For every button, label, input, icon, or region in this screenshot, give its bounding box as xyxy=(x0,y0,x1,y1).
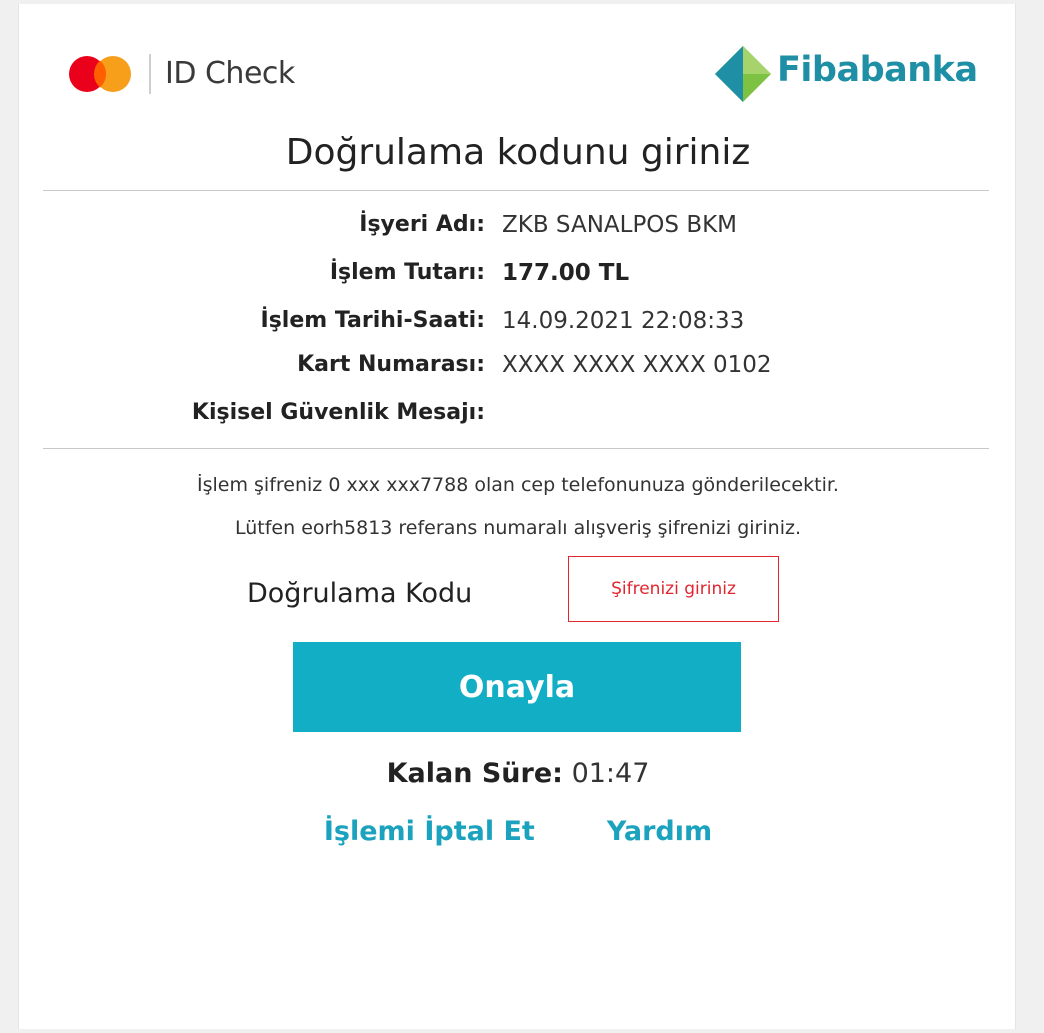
confirm-button[interactable]: Onayla xyxy=(293,642,741,732)
id-check-label: ID Check xyxy=(165,56,295,91)
remaining-time-label: Kalan Süre: xyxy=(386,758,563,789)
info-row-merchant: İşyeri Adı: ZKB SANALPOS BKM xyxy=(19,212,1017,248)
logo-divider xyxy=(149,54,151,94)
sms-info-note: İşlem şifreniz 0 xxx xxx7788 olan cep te… xyxy=(197,474,839,496)
divider-bottom xyxy=(43,448,989,449)
amount-label: İşlem Tutarı: xyxy=(329,260,485,285)
info-row-card-number: Kart Numarası: XXXX XXXX XXXX 0102 xyxy=(19,352,1017,388)
auth-card: ID Check Fibabanka Doğrulama kodunu giri… xyxy=(18,4,1016,1029)
card-number-value: XXXX XXXX XXXX 0102 xyxy=(502,352,772,378)
fibabanka-wordmark: Fibabanka xyxy=(777,50,978,90)
merchant-label: İşyeri Adı: xyxy=(359,212,485,237)
info-row-amount: İşlem Tutarı: 177.00 TL xyxy=(19,260,1017,296)
info-row-datetime: İşlem Tarihi-Saati: 14.09.2021 22:08:33 xyxy=(19,308,1017,344)
verification-code-label: Doğrulama Kodu xyxy=(247,578,473,609)
reference-info-note: Lütfen eorh5813 referans numaralı alışve… xyxy=(234,517,801,539)
remaining-time: Kalan Süre: 01:47 xyxy=(19,758,1017,789)
divider-top xyxy=(43,190,989,191)
info-row-security-message: Kişisel Güvenlik Mesajı: xyxy=(19,400,1017,436)
verification-code-input[interactable] xyxy=(568,556,779,622)
datetime-label: İşlem Tarihi-Saati: xyxy=(260,308,485,333)
page-title: Doğrulama kodunu giriniz xyxy=(285,132,751,173)
datetime-value: 14.09.2021 22:08:33 xyxy=(502,308,745,334)
cancel-transaction-link[interactable]: İşlemi İptal Et xyxy=(324,816,535,847)
remaining-time-value: 01:47 xyxy=(571,758,650,789)
card-number-label: Kart Numarası: xyxy=(297,352,485,377)
help-link[interactable]: Yardım xyxy=(607,816,712,847)
merchant-value: ZKB SANALPOS BKM xyxy=(502,212,738,238)
action-links: İşlemi İptal Et Yardım xyxy=(19,816,1017,847)
amount-value: 177.00 TL xyxy=(502,260,630,286)
security-message-label: Kişisel Güvenlik Mesajı: xyxy=(191,400,485,425)
mastercard-logo-icon xyxy=(69,56,131,92)
fibabanka-diamond-icon xyxy=(715,46,771,102)
